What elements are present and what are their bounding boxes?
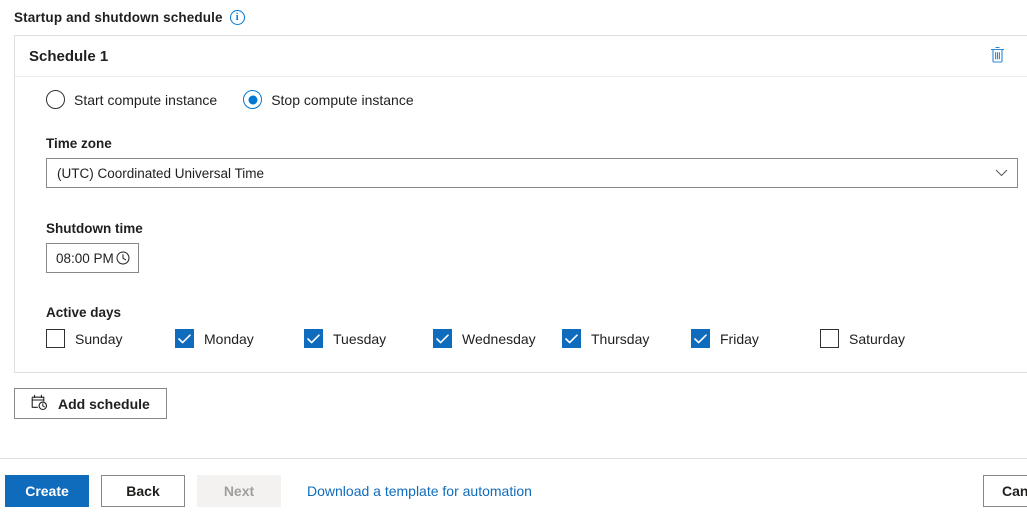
- day-checkbox-monday[interactable]: Monday: [175, 329, 304, 348]
- back-button[interactable]: Back: [101, 475, 185, 507]
- timezone-select[interactable]: (UTC) Coordinated Universal Time: [46, 158, 1018, 188]
- checkbox-checked-icon: [175, 329, 194, 348]
- radio-unselected-icon: [46, 90, 65, 109]
- action-radio-group: Start compute instance Stop compute inst…: [46, 90, 1027, 109]
- day-label-thursday: Thursday: [591, 330, 650, 347]
- radio-start-compute-instance[interactable]: Start compute instance: [46, 90, 217, 109]
- shutdown-time-label: Shutdown time: [46, 221, 143, 236]
- calendar-clock-icon: [31, 394, 48, 414]
- section-header: Startup and shutdown schedule i: [14, 10, 245, 25]
- timezone-field: Time zone (UTC) Coordinated Universal Ti…: [15, 136, 1027, 188]
- create-button[interactable]: Create: [5, 475, 89, 507]
- radio-stop-label: Stop compute instance: [271, 91, 414, 108]
- page-title: Startup and shutdown schedule: [14, 10, 223, 25]
- timezone-label: Time zone: [46, 136, 112, 151]
- schedule-card: Schedule 1 Start compute instance Stop c…: [14, 35, 1027, 373]
- cancel-button[interactable]: Cancel: [983, 475, 1027, 507]
- clock-icon[interactable]: [116, 251, 130, 265]
- day-label-monday: Monday: [204, 330, 254, 347]
- shutdown-time-value: 08:00 PM: [56, 250, 114, 266]
- checkbox-checked-icon: [562, 329, 581, 348]
- day-label-friday: Friday: [720, 330, 759, 347]
- radio-selected-icon: [243, 90, 263, 109]
- day-label-tuesday: Tuesday: [333, 330, 387, 347]
- schedule-card-body: Start compute instance Stop compute inst…: [15, 77, 1027, 348]
- day-checkbox-thursday[interactable]: Thursday: [562, 329, 691, 348]
- checkbox-unchecked-icon: [46, 329, 65, 348]
- day-checkbox-sunday[interactable]: Sunday: [46, 329, 175, 348]
- schedule-card-header: Schedule 1: [15, 36, 1027, 77]
- day-checkbox-tuesday[interactable]: Tuesday: [304, 329, 433, 348]
- delete-schedule-button[interactable]: [984, 43, 1010, 69]
- day-checkbox-friday[interactable]: Friday: [691, 329, 820, 348]
- schedule-title: Schedule 1: [29, 47, 109, 65]
- checkbox-checked-icon: [433, 329, 452, 348]
- active-days-label: Active days: [46, 305, 122, 320]
- radio-start-label: Start compute instance: [74, 91, 218, 108]
- active-days-row: Sunday Monday Tuesday Wednesday Thursday…: [46, 329, 1027, 348]
- info-icon[interactable]: i: [229, 10, 245, 25]
- day-label-saturday: Saturday: [849, 330, 906, 347]
- download-template-link[interactable]: Download a template for automation: [307, 483, 532, 499]
- shutdown-time-field: Shutdown time 08:00 PM: [15, 221, 1027, 273]
- active-days-field: Active days Sunday Monday Tuesday Wednes…: [15, 305, 1027, 348]
- checkbox-checked-icon: [304, 329, 323, 348]
- shutdown-time-input[interactable]: 08:00 PM: [46, 243, 139, 273]
- day-label-sunday: Sunday: [75, 330, 123, 347]
- day-checkbox-wednesday[interactable]: Wednesday: [433, 329, 562, 348]
- day-label-wednesday: Wednesday: [462, 330, 536, 347]
- footer-actions: Create Back Next Download a template for…: [5, 475, 532, 507]
- checkbox-checked-icon: [691, 329, 710, 348]
- chevron-down-icon: [995, 169, 1008, 177]
- footer-bar: Create Back Next Download a template for…: [0, 458, 1027, 528]
- add-schedule-label: Add schedule: [58, 395, 150, 412]
- trash-icon: [990, 46, 1005, 66]
- day-checkbox-saturday[interactable]: Saturday: [820, 329, 949, 348]
- add-schedule-button[interactable]: Add schedule: [14, 388, 167, 419]
- next-button: Next: [197, 475, 281, 507]
- radio-stop-compute-instance[interactable]: Stop compute instance: [243, 90, 414, 109]
- timezone-value: (UTC) Coordinated Universal Time: [57, 165, 265, 181]
- checkbox-unchecked-icon: [820, 329, 839, 348]
